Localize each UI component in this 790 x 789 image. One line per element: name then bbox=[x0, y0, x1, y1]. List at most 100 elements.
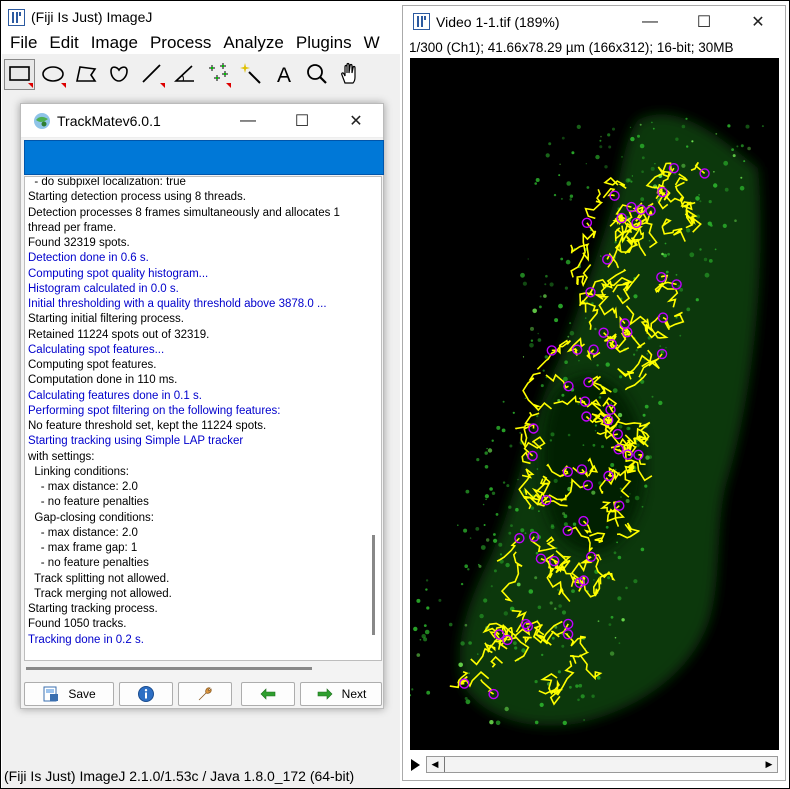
fluorescent-punctum bbox=[536, 415, 539, 418]
fluorescent-punctum bbox=[493, 538, 498, 543]
hand-tool[interactable] bbox=[334, 59, 365, 90]
fluorescent-punctum bbox=[610, 615, 614, 619]
freehand-tool[interactable] bbox=[103, 59, 134, 90]
fluorescent-punctum bbox=[468, 672, 470, 675]
fluorescent-punctum bbox=[667, 252, 670, 256]
fluorescent-punctum bbox=[534, 720, 539, 725]
text-tool[interactable]: A bbox=[268, 59, 299, 90]
fluorescent-punctum bbox=[675, 274, 678, 276]
scroll-right-icon[interactable]: ▶ bbox=[761, 757, 777, 772]
wand-tool-icon bbox=[239, 63, 261, 84]
fluorescent-punctum bbox=[564, 360, 568, 365]
fluorescent-punctum bbox=[558, 303, 563, 309]
log-line: Histogram calculated in 0.0 s. bbox=[28, 282, 179, 295]
fluorescent-punctum bbox=[513, 641, 517, 645]
back-button[interactable] bbox=[241, 682, 295, 706]
fluorescent-punctum bbox=[495, 720, 501, 726]
minimize-button[interactable]: — bbox=[221, 104, 275, 138]
next-button[interactable]: Next bbox=[300, 682, 382, 706]
fluorescent-punctum bbox=[665, 270, 669, 274]
log-line: Computation done in 110 ms. bbox=[28, 374, 178, 387]
fluorescent-punctum bbox=[478, 563, 480, 566]
frame-scrollbar[interactable]: ◀ ▶ bbox=[426, 756, 778, 773]
imagej-title: (Fiji Is Just) ImageJ bbox=[31, 9, 153, 25]
fluorescent-punctum bbox=[460, 641, 465, 646]
minimize-button[interactable]: — bbox=[623, 6, 677, 37]
log-line: Calculating spot features... bbox=[28, 343, 165, 356]
fluorescent-punctum bbox=[425, 579, 429, 582]
fluorescent-punctum bbox=[596, 676, 601, 680]
menu-plugins[interactable]: Plugins bbox=[288, 33, 356, 53]
fluorescent-punctum bbox=[740, 176, 743, 179]
settings-wrench-button[interactable] bbox=[178, 682, 232, 706]
fluorescent-punctum bbox=[636, 443, 640, 447]
fluorescent-punctum bbox=[566, 181, 571, 186]
scroll-left-icon[interactable]: ◀ bbox=[427, 757, 443, 772]
log-line: Gap-closing conditions: bbox=[28, 511, 154, 524]
menu-image[interactable]: Image bbox=[83, 33, 142, 53]
fluorescent-punctum bbox=[485, 498, 487, 501]
maximize-button[interactable]: ☐ bbox=[275, 104, 329, 138]
fluorescent-punctum bbox=[613, 551, 617, 555]
scrollbar-thumb[interactable] bbox=[444, 757, 448, 772]
oval-tool[interactable] bbox=[37, 59, 68, 90]
info-button[interactable] bbox=[119, 682, 173, 706]
hand-tool-icon bbox=[340, 62, 356, 84]
wand-tool[interactable] bbox=[235, 59, 266, 90]
fluorescent-punctum bbox=[577, 402, 580, 405]
play-icon[interactable] bbox=[411, 759, 420, 771]
tool-options-indicator bbox=[28, 82, 33, 88]
fluorescent-punctum bbox=[534, 680, 538, 684]
multipoint-tool[interactable] bbox=[202, 59, 233, 90]
fluorescent-punctum bbox=[695, 196, 700, 201]
menu-process[interactable]: Process bbox=[142, 33, 215, 53]
fluorescent-punctum bbox=[559, 163, 561, 165]
log-vertical-scrollbar[interactable] bbox=[367, 177, 381, 660]
fluorescent-punctum bbox=[520, 528, 525, 533]
image-canvas[interactable] bbox=[410, 58, 779, 750]
menu-file[interactable]: File bbox=[2, 33, 41, 53]
fluorescent-punctum bbox=[491, 439, 494, 442]
fluorescent-punctum bbox=[539, 702, 544, 708]
fluorescent-punctum bbox=[486, 447, 488, 450]
fluorescent-punctum bbox=[502, 400, 505, 403]
fluorescent-punctum bbox=[537, 338, 542, 342]
fluorescent-punctum bbox=[554, 318, 559, 323]
menu-analyze[interactable]: Analyze bbox=[215, 33, 287, 53]
fluorescent-punctum bbox=[425, 588, 428, 591]
close-button[interactable]: ✕ bbox=[731, 6, 785, 37]
log-text: - do subpixel localization: true Starting… bbox=[28, 177, 368, 648]
fluorescent-punctum bbox=[457, 524, 459, 526]
fluorescent-punctum bbox=[561, 136, 565, 140]
fluorescent-punctum bbox=[600, 255, 602, 257]
fluorescent-punctum bbox=[620, 496, 622, 498]
log-horizontal-scrollbar[interactable] bbox=[24, 662, 382, 676]
maximize-button[interactable]: ☐ bbox=[677, 6, 731, 37]
fluorescent-punctum bbox=[561, 610, 567, 615]
scrollbar-thumb[interactable] bbox=[26, 667, 312, 670]
line-tool[interactable] bbox=[136, 59, 167, 90]
progress-bar bbox=[24, 140, 384, 175]
fluorescent-punctum bbox=[633, 353, 636, 356]
fluorescent-punctum bbox=[642, 413, 646, 417]
fluorescent-punctum bbox=[614, 241, 617, 244]
save-button[interactable]: Save bbox=[24, 682, 114, 706]
fluorescent-punctum bbox=[591, 490, 596, 495]
fluorescent-punctum bbox=[550, 432, 555, 437]
fluorescent-punctum bbox=[544, 283, 547, 286]
menu-window[interactable]: W bbox=[356, 33, 384, 53]
fluorescent-punctum bbox=[699, 200, 702, 203]
polygon-tool[interactable] bbox=[70, 59, 101, 90]
fluorescent-punctum bbox=[483, 524, 486, 526]
scrollbar-thumb[interactable] bbox=[372, 535, 375, 635]
fluorescent-punctum bbox=[496, 425, 501, 430]
fluorescent-punctum bbox=[633, 294, 638, 299]
close-button[interactable]: ✕ bbox=[329, 104, 383, 138]
tool-options-indicator bbox=[226, 82, 231, 88]
angle-tool[interactable] bbox=[169, 59, 200, 90]
log-panel[interactable]: - do subpixel localization: true Starting… bbox=[24, 176, 382, 661]
fluorescent-punctum bbox=[648, 239, 651, 242]
rectangle-tool[interactable] bbox=[4, 58, 35, 90]
magnifier-tool[interactable] bbox=[301, 59, 332, 90]
menu-edit[interactable]: Edit bbox=[41, 33, 82, 53]
